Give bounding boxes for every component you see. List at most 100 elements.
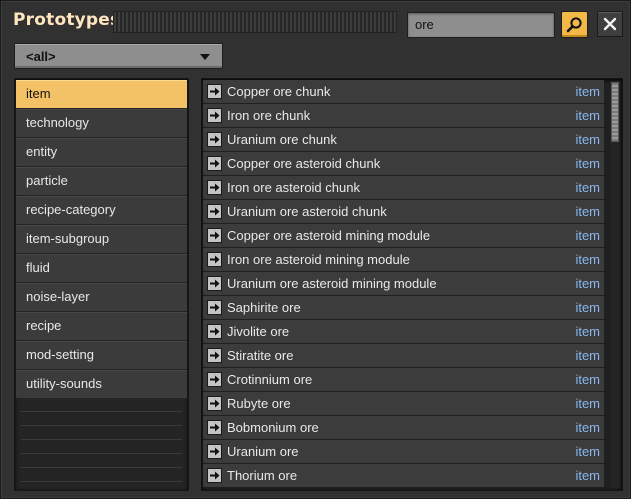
- result-row[interactable]: Uranium ore chunk item: [203, 128, 604, 151]
- arrow-right-icon[interactable]: [207, 84, 222, 99]
- result-type-link[interactable]: item: [575, 252, 600, 267]
- arrow-right-icon[interactable]: [207, 396, 222, 411]
- result-type-link[interactable]: item: [575, 108, 600, 123]
- result-name: Saphirite ore: [227, 300, 301, 315]
- result-row[interactable]: Crotinnium ore item: [203, 368, 604, 391]
- arrow-right-icon[interactable]: [207, 420, 222, 435]
- result-row[interactable]: Iron ore asteroid mining module item: [203, 248, 604, 271]
- result-name: Copper ore asteroid mining module: [227, 228, 431, 243]
- arrow-right-icon[interactable]: [207, 276, 222, 291]
- category-empty-slot: [21, 483, 182, 490]
- category-item-technology[interactable]: technology: [16, 109, 187, 137]
- result-type-link[interactable]: item: [575, 228, 600, 243]
- result-name: Iron ore asteroid mining module: [227, 252, 410, 267]
- result-type-link[interactable]: item: [575, 132, 600, 147]
- result-row[interactable]: Stiratite ore item: [203, 344, 604, 367]
- result-type-link[interactable]: item: [575, 420, 600, 435]
- scrollbar-thumb[interactable]: [611, 82, 619, 142]
- category-item-item-subgroup[interactable]: item-subgroup: [16, 225, 187, 253]
- arrow-right-icon[interactable]: [207, 180, 222, 195]
- result-row[interactable]: Uranium ore asteroid chunk item: [203, 200, 604, 223]
- category-empty-slot: [21, 413, 182, 426]
- result-row[interactable]: Copper ore asteroid chunk item: [203, 152, 604, 175]
- category-empty-slot: [21, 399, 182, 412]
- arrow-right-icon[interactable]: [207, 300, 222, 315]
- arrow-right-icon[interactable]: [207, 156, 222, 171]
- category-item-recipe-category[interactable]: recipe-category: [16, 196, 187, 224]
- close-button[interactable]: [597, 11, 623, 37]
- result-type-link[interactable]: item: [575, 324, 600, 339]
- prototypes-window: Prototypes ore <all> item technology entit…: [0, 0, 631, 499]
- close-icon: [603, 17, 617, 31]
- result-name: Crotinnium ore: [227, 372, 313, 387]
- arrow-right-icon[interactable]: [207, 444, 222, 459]
- chevron-down-icon: [200, 54, 210, 60]
- result-type-link[interactable]: item: [575, 180, 600, 195]
- result-type-link[interactable]: item: [575, 444, 600, 459]
- category-item-entity[interactable]: entity: [16, 138, 187, 166]
- result-type-link[interactable]: item: [575, 396, 600, 411]
- result-name: Stiratite ore: [227, 348, 294, 363]
- result-row[interactable]: Uranium ore item: [203, 440, 604, 463]
- category-item-fluid[interactable]: fluid: [16, 254, 187, 282]
- arrow-right-icon[interactable]: [207, 132, 222, 147]
- arrow-right-icon[interactable]: [207, 108, 222, 123]
- result-name: Uranium ore: [227, 444, 299, 459]
- result-name: Jivolite ore: [227, 324, 290, 339]
- result-type-link[interactable]: item: [575, 204, 600, 219]
- category-item-particle[interactable]: particle: [16, 167, 187, 195]
- result-row[interactable]: Iron ore chunk item: [203, 104, 604, 127]
- result-name: Bobmonium ore: [227, 420, 319, 435]
- result-type-link[interactable]: item: [575, 372, 600, 387]
- result-name: Uranium ore asteroid mining module: [227, 276, 437, 291]
- category-item-noise-layer[interactable]: noise-layer: [16, 283, 187, 311]
- result-name: Copper ore asteroid chunk: [227, 156, 381, 171]
- results-scrollbar[interactable]: [610, 81, 620, 488]
- result-name: Uranium ore asteroid chunk: [227, 204, 387, 219]
- category-empty-slot: [21, 441, 182, 454]
- result-name: Uranium ore chunk: [227, 132, 337, 147]
- result-row[interactable]: Uranium ore asteroid mining module item: [203, 272, 604, 295]
- arrow-right-icon[interactable]: [207, 204, 222, 219]
- result-row[interactable]: Jivolite ore item: [203, 320, 604, 343]
- category-list: item technology entity particle recipe-categ…: [14, 78, 189, 491]
- arrow-right-icon[interactable]: [207, 348, 222, 363]
- result-name: Rubyte ore: [227, 396, 291, 411]
- search-input[interactable]: ore: [407, 12, 555, 38]
- magnifier-icon: [566, 17, 582, 33]
- result-row[interactable]: Rubyte ore item: [203, 392, 604, 415]
- arrow-right-icon[interactable]: [207, 372, 222, 387]
- result-row[interactable]: Copper ore chunk item: [203, 80, 604, 103]
- result-row[interactable]: Copper ore asteroid mining module item: [203, 224, 604, 247]
- category-item-utility-sounds[interactable]: utility-sounds: [16, 370, 187, 398]
- result-type-link[interactable]: item: [575, 300, 600, 315]
- arrow-right-icon[interactable]: [207, 468, 222, 483]
- category-item-recipe[interactable]: recipe: [16, 312, 187, 340]
- result-row[interactable]: Saphirite ore item: [203, 296, 604, 319]
- category-empty-slot: [21, 469, 182, 482]
- result-row[interactable]: Iron ore asteroid chunk item: [203, 176, 604, 199]
- filter-dropdown-value: <all>: [26, 49, 56, 64]
- result-name: Copper ore chunk: [227, 84, 331, 99]
- category-item-item[interactable]: item: [16, 80, 187, 108]
- arrow-right-icon[interactable]: [207, 228, 222, 243]
- result-type-link[interactable]: item: [575, 276, 600, 291]
- result-type-link[interactable]: item: [575, 348, 600, 363]
- title-bar: Prototypes ore: [1, 1, 631, 41]
- result-name: Thorium ore: [227, 468, 298, 483]
- search-button[interactable]: [561, 11, 588, 38]
- drag-handle[interactable]: [113, 11, 397, 33]
- result-type-link[interactable]: item: [575, 156, 600, 171]
- result-name: Iron ore chunk: [227, 108, 311, 123]
- result-row[interactable]: Thorium ore item: [203, 464, 604, 487]
- category-empty-slot: [21, 427, 182, 440]
- result-type-link[interactable]: item: [575, 468, 600, 483]
- result-type-link[interactable]: item: [575, 84, 600, 99]
- arrow-right-icon[interactable]: [207, 324, 222, 339]
- window-title: Prototypes: [13, 10, 121, 30]
- filter-dropdown[interactable]: <all>: [14, 43, 223, 69]
- category-item-mod-setting[interactable]: mod-setting: [16, 341, 187, 369]
- result-row[interactable]: Bobmonium ore item: [203, 416, 604, 439]
- arrow-right-icon[interactable]: [207, 252, 222, 267]
- category-empty-slot: [21, 455, 182, 468]
